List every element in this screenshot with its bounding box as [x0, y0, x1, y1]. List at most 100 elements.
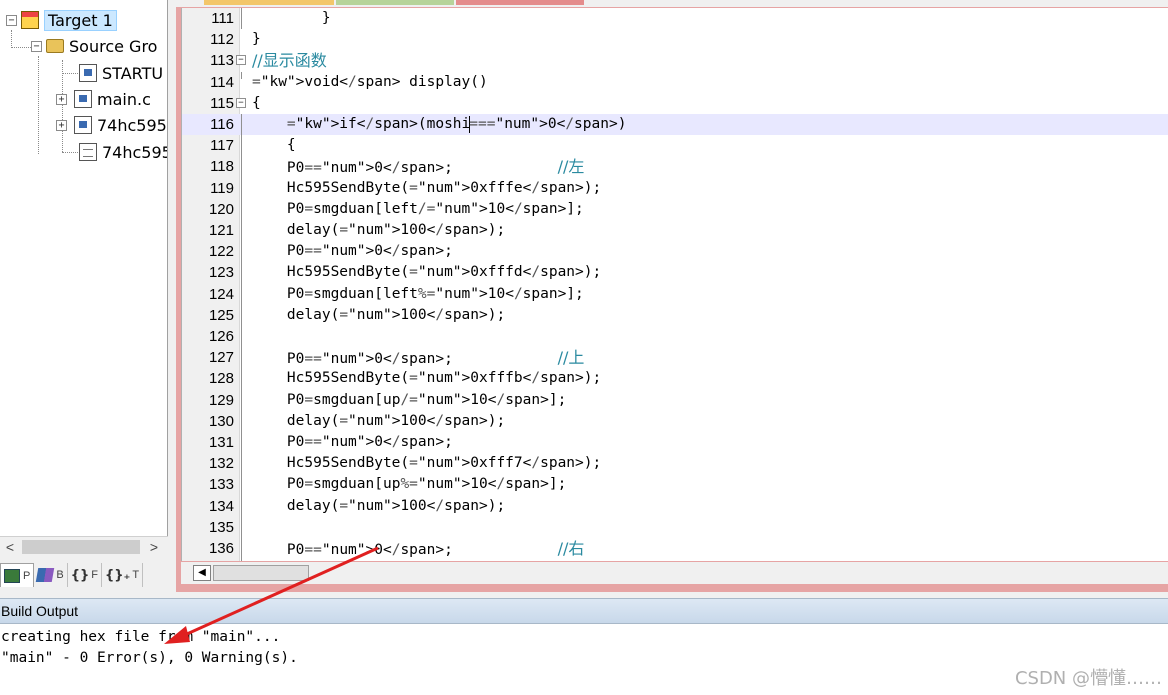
tree-connector — [11, 30, 12, 48]
tab-label: B — [56, 569, 64, 581]
code-line[interactable]: 113−//显示函数 — [182, 50, 1168, 71]
tree-item-label: 74hc595 — [97, 115, 167, 135]
tab-templates[interactable]: {}₊ T — [102, 563, 144, 587]
code-line[interactable]: 128 Hc595SendByte(="num">0xfffb</span>); — [182, 368, 1168, 389]
editor-frame: 111 } 112} 113−//显示函数 114 ="kw">void</span> … — [176, 0, 1168, 592]
code-line[interactable]: 123 Hc595SendByte(="num">0xfffd</span>); — [182, 262, 1168, 283]
collapse-icon[interactable]: − — [31, 40, 42, 52]
line-number: 124 — [208, 285, 234, 303]
code-line[interactable]: 112} — [182, 29, 1168, 50]
code-text: delay(="num">100</span>); — [252, 222, 506, 238]
code-text: } — [252, 10, 331, 26]
line-number: 117 — [210, 137, 234, 155]
fold-line — [241, 72, 242, 79]
tab-project[interactable]: P — [0, 563, 35, 587]
code-line[interactable]: 124 P0=smgduan[left%="num">10</span>]; — [182, 284, 1168, 305]
tree-item-source-group[interactable]: − Source Gro — [31, 35, 157, 57]
code-line[interactable]: 134 delay(="num">100</span>); — [182, 496, 1168, 517]
watermark: CSDN @懵懂…… — [1014, 668, 1162, 689]
tree-item-label: Source Gro — [69, 36, 158, 56]
tab-label: P — [23, 569, 31, 582]
scrollbar-thumb[interactable] — [22, 540, 140, 554]
tree-item-target[interactable]: − Target 1 — [6, 9, 117, 31]
code-line[interactable]: 125 delay(="num">100</span>); — [182, 305, 1168, 326]
tab-books[interactable]: B — [34, 563, 68, 587]
tree-horizontal-scrollbar[interactable]: < > — [0, 536, 168, 556]
code-line[interactable]: 127 P0=="num">0</span>; //上 — [182, 347, 1168, 368]
code-line[interactable]: 116 ="kw">if</span>(moshi==="num">0</spa… — [182, 114, 1168, 135]
c-file-icon — [74, 116, 92, 134]
line-number: 134 — [208, 497, 234, 515]
editor-tab[interactable] — [456, 0, 584, 5]
code-line[interactable]: 117 { — [182, 135, 1168, 156]
scrollbar-thumb[interactable] — [213, 565, 309, 581]
tab-label: T — [132, 569, 140, 581]
scroll-left-icon[interactable]: < — [0, 537, 20, 557]
code-line[interactable]: 120 P0=smgduan[left/="num">10</span>]; — [182, 199, 1168, 220]
code-text: P0=smgduan[up/="num">10</span>]; — [252, 391, 567, 408]
expand-icon[interactable]: + — [56, 93, 67, 105]
code-line[interactable]: 136 P0=="num">0</span>; //右 — [182, 538, 1168, 559]
editor-tab[interactable] — [204, 0, 334, 5]
code-text: P0=smgduan[up%="num">10</span>]; — [252, 476, 567, 493]
editor-tab[interactable] — [336, 0, 454, 5]
tree-item-startup[interactable]: STARTU — [79, 62, 163, 84]
line-number: 116 — [210, 116, 234, 133]
code-line[interactable]: 122 P0=="num">0</span>; — [182, 241, 1168, 262]
tree-item-label: Target 1 — [44, 9, 117, 31]
project-tree: − Target 1 − Source Gro STARTU + main.c … — [0, 0, 168, 536]
editor-horizontal-scrollbar[interactable]: ◀ — [181, 562, 1168, 584]
build-output-line: "main" - 0 Error(s), 0 Warning(s). — [1, 650, 298, 666]
target-icon — [21, 11, 39, 29]
collapse-icon[interactable]: − — [6, 14, 17, 26]
asm-file-icon — [79, 64, 97, 82]
fold-toggle-icon[interactable]: − — [236, 97, 246, 108]
scroll-right-icon[interactable]: > — [144, 537, 164, 557]
line-number: 132 — [208, 455, 234, 473]
code-line[interactable]: 130 delay(="num">100</span>); — [182, 411, 1168, 432]
line-number: 114 — [210, 73, 234, 91]
code-line[interactable]: 133 P0=smgduan[up%="num">10</span>]; — [182, 474, 1168, 495]
line-number: 118 — [210, 158, 234, 176]
tree-item-74hc595-h[interactable]: 74hc595 — [79, 141, 167, 163]
code-line[interactable]: 114 ="kw">void</span> display() — [182, 72, 1168, 93]
templates-icon: {}₊ — [104, 567, 131, 583]
line-number: 120 — [208, 200, 234, 218]
expand-icon[interactable]: + — [56, 119, 67, 131]
code-line[interactable]: 126 — [182, 326, 1168, 347]
code-text: { — [252, 94, 261, 111]
tree-item-main-c[interactable]: + main.c — [56, 88, 151, 110]
project-icon — [4, 568, 20, 583]
code-line[interactable]: 118 P0=="num">0</span>; //左 — [182, 156, 1168, 177]
fold-toggle-icon[interactable]: − — [236, 55, 246, 66]
code-line[interactable]: 115−{ — [182, 93, 1168, 114]
code-text: Hc595SendByte(="num">0xfff7</span>); — [252, 455, 602, 472]
code-line[interactable]: 132 Hc595SendByte(="num">0xfff7</span>); — [182, 453, 1168, 474]
code-line[interactable]: 135 — [182, 517, 1168, 538]
tree-item-74hc595-c[interactable]: + 74hc595 — [56, 114, 167, 136]
code-text: Hc595SendByte(="num">0xfffd</span>); — [252, 264, 602, 281]
line-number: 112 — [210, 31, 234, 49]
code-line[interactable]: 129 P0=smgduan[up/="num">10</span>]; — [182, 390, 1168, 411]
line-number: 135 — [208, 518, 234, 536]
tree-connector — [38, 56, 39, 154]
line-number: 126 — [208, 328, 234, 345]
code-editor[interactable]: 111 } 112} 113−//显示函数 114 ="kw">void</span> … — [181, 8, 1168, 561]
build-output-title: Build Output — [1, 603, 79, 619]
code-text: ="kw">void</span> display() — [252, 73, 488, 90]
line-number: 129 — [208, 391, 234, 409]
build-output-panel[interactable]: creating hex file from "main"... "main" … — [0, 624, 1168, 695]
code-line[interactable]: 121 delay(="num">100</span>); — [182, 220, 1168, 241]
project-panel: − Target 1 − Source Gro STARTU + main.c … — [0, 0, 172, 592]
tree-connector — [62, 152, 78, 153]
line-number: 113 — [210, 52, 234, 70]
code-text: ="kw">if</span>(moshi==="num">0</span>) — [286, 115, 627, 133]
build-output-header: Build Output — [0, 598, 1168, 624]
fold-line — [241, 8, 242, 29]
code-line[interactable]: 111 } — [182, 8, 1168, 29]
code-line[interactable]: 131 P0=="num">0</span>; — [182, 432, 1168, 453]
tab-functions[interactable]: {} F — [68, 563, 102, 587]
line-number: 130 — [208, 412, 234, 430]
scroll-left-icon[interactable]: ◀ — [193, 565, 211, 581]
code-line[interactable]: 119 Hc595SendByte(="num">0xfffe</span>); — [182, 178, 1168, 199]
